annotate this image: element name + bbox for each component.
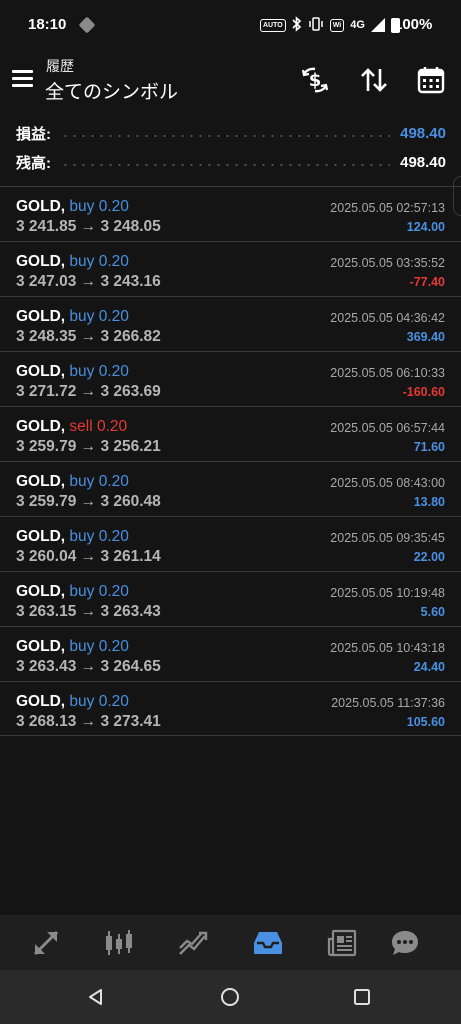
back-icon[interactable] <box>84 985 108 1009</box>
trade-prices: 3 263.43 → 3 264.65 <box>16 658 161 675</box>
trade-row[interactable]: GOLD, buy 0.20 3 268.13 → 3 273.41 2025.… <box>0 681 461 736</box>
trade-symbol: GOLD, <box>16 528 66 545</box>
trade-row[interactable]: GOLD, buy 0.20 3 241.85 → 3 248.05 2025.… <box>0 186 461 241</box>
trade-side: buy 0.20 <box>69 473 129 490</box>
trade-profit: 369.40 <box>406 330 445 344</box>
signal-icon <box>370 18 385 32</box>
trade-side: buy 0.20 <box>69 528 129 545</box>
trade-symbol: GOLD, <box>16 583 66 600</box>
trade-prices: 3 260.04 → 3 261.14 <box>16 548 161 565</box>
calendar-icon[interactable] <box>413 62 449 98</box>
trade-symbol: GOLD, <box>16 638 66 655</box>
trade-side: buy 0.20 <box>69 308 129 325</box>
trade-time: 2025.05.05 10:43:18 <box>330 641 445 655</box>
trade-symbol: GOLD, <box>16 473 66 490</box>
trade-time: 2025.05.05 06:10:33 <box>330 366 445 380</box>
trade-row[interactable]: GOLD, sell 0.20 3 259.79 → 3 256.21 2025… <box>0 406 461 461</box>
trade-symbol: GOLD, <box>16 693 66 710</box>
trade-profit: 71.60 <box>413 440 445 454</box>
trade-icon[interactable] <box>175 925 211 961</box>
notification-icon <box>78 16 96 34</box>
wifi-calling-icon: Wi <box>329 18 345 32</box>
trade-row[interactable]: GOLD, buy 0.20 3 263.15 → 3 263.43 2025.… <box>0 571 461 626</box>
sort-icon[interactable] <box>356 62 392 98</box>
trade-row[interactable]: GOLD, buy 0.20 3 247.03 → 3 243.16 2025.… <box>0 241 461 296</box>
trade-time: 2025.05.05 10:19:48 <box>330 586 445 600</box>
trade-profit: -77.40 <box>409 275 445 289</box>
trade-profit: 105.60 <box>406 715 445 729</box>
trade-profit: 13.80 <box>413 495 445 509</box>
battery-percent: 100% <box>394 16 433 33</box>
svg-text:$: $ <box>309 70 322 91</box>
news-icon[interactable] <box>324 925 360 961</box>
bluetooth-icon <box>292 15 302 35</box>
trade-side: buy 0.20 <box>69 363 129 380</box>
trade-time: 2025.05.05 08:43:00 <box>330 476 445 490</box>
deposit-withdraw-icon[interactable]: $ <box>297 62 333 98</box>
profit-label: 損益: <box>16 125 51 143</box>
profit-row: 損益: 498.40 <box>16 121 446 145</box>
chat-icon[interactable] <box>387 925 423 961</box>
chart-icon[interactable] <box>101 925 137 961</box>
profit-value: 498.40 <box>400 124 446 142</box>
dotted-leader <box>61 135 391 137</box>
menu-icon[interactable] <box>12 70 33 87</box>
system-nav <box>0 970 461 1024</box>
trade-symbol: GOLD, <box>16 253 66 270</box>
trade-profit: 124.00 <box>406 220 445 234</box>
trade-side: sell 0.20 <box>69 418 128 435</box>
trade-prices: 3 259.79 → 3 256.21 <box>16 438 161 455</box>
trade-prices: 3 241.85 → 3 248.05 <box>16 218 161 235</box>
trade-prices: 3 259.79 → 3 260.48 <box>16 493 161 510</box>
trade-side: buy 0.20 <box>69 638 129 655</box>
bottom-nav <box>0 915 461 970</box>
trade-symbol: GOLD, <box>16 308 66 325</box>
trade-time: 2025.05.05 02:57:13 <box>330 201 445 215</box>
trade-profit: 22.00 <box>413 550 445 564</box>
trade-row[interactable]: GOLD, buy 0.20 3 260.04 → 3 261.14 2025.… <box>0 516 461 571</box>
trade-prices: 3 248.35 → 3 266.82 <box>16 328 161 345</box>
auto-brightness-icon: AUTO <box>260 18 286 32</box>
trade-time: 2025.05.05 03:35:52 <box>330 256 445 270</box>
home-icon[interactable] <box>218 985 242 1009</box>
trade-time: 2025.05.05 11:37:36 <box>331 696 445 710</box>
trade-profit: -160.60 <box>402 385 445 399</box>
trade-row[interactable]: GOLD, buy 0.20 3 263.43 → 3 264.65 2025.… <box>0 626 461 681</box>
trade-prices: 3 247.03 → 3 243.16 <box>16 273 161 290</box>
trade-time: 2025.05.05 04:36:42 <box>330 311 445 325</box>
trade-prices: 3 263.15 → 3 263.43 <box>16 603 161 620</box>
trade-row[interactable]: GOLD, buy 0.20 3 271.72 → 3 263.69 2025.… <box>0 351 461 406</box>
trade-side: buy 0.20 <box>69 253 129 270</box>
trade-row[interactable]: GOLD, buy 0.20 3 259.79 → 3 260.48 2025.… <box>0 461 461 516</box>
trade-symbol: GOLD, <box>16 418 66 435</box>
trade-symbol: GOLD, <box>16 363 66 380</box>
quotes-icon[interactable] <box>28 925 64 961</box>
trade-profit: 5.60 <box>420 605 445 619</box>
status-icons: AUTO Wi 4G <box>260 15 400 35</box>
network-type-icon: 4G <box>350 19 365 31</box>
trade-side: buy 0.20 <box>69 583 129 600</box>
trade-time: 2025.05.05 06:57:44 <box>330 421 445 435</box>
balance-row: 残高: 498.40 <box>16 150 446 174</box>
balance-label: 残高: <box>16 154 51 172</box>
page-title[interactable]: 全てのシンボル <box>45 77 178 104</box>
app-header: 履歴 全てのシンボル $ <box>0 52 461 108</box>
trade-symbol: GOLD, <box>16 198 66 215</box>
trade-row[interactable]: GOLD, buy 0.20 3 248.35 → 3 266.82 2025.… <box>0 296 461 351</box>
status-time: 18:10 <box>28 16 67 33</box>
page-subtitle: 履歴 <box>46 58 74 74</box>
recents-icon[interactable] <box>350 985 374 1009</box>
trade-side: buy 0.20 <box>69 198 129 215</box>
trade-prices: 3 271.72 → 3 263.69 <box>16 383 161 400</box>
vibrate-icon <box>308 16 324 34</box>
trade-time: 2025.05.05 09:35:45 <box>330 531 445 545</box>
trade-profit: 24.40 <box>413 660 445 674</box>
trade-side: buy 0.20 <box>69 693 129 710</box>
dotted-leader <box>61 164 391 166</box>
trade-prices: 3 268.13 → 3 273.41 <box>16 713 161 730</box>
balance-value: 498.40 <box>400 153 446 171</box>
trade-list: GOLD, buy 0.20 3 241.85 → 3 248.05 2025.… <box>0 186 461 736</box>
history-icon[interactable] <box>250 925 286 961</box>
status-bar: 18:10 AUTO Wi 4G 100% <box>0 0 461 52</box>
